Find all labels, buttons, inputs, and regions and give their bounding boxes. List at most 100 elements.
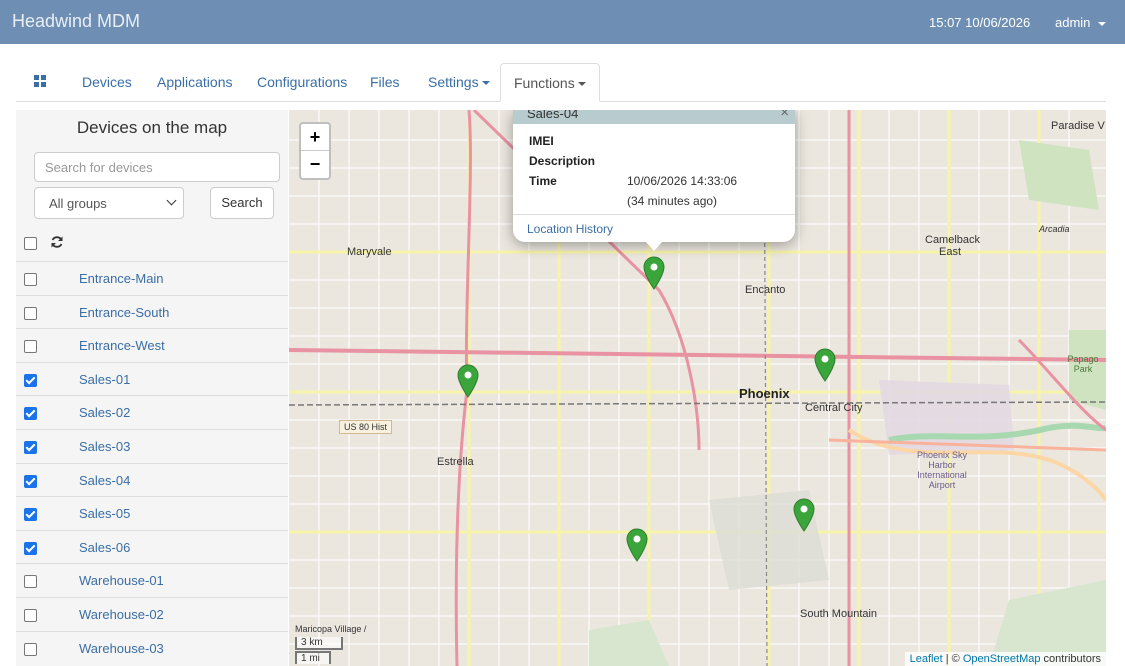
map-scale: 3 km 1 mi xyxy=(295,636,343,664)
device-checkbox[interactable] xyxy=(24,407,37,421)
device-checkbox[interactable] xyxy=(24,575,37,589)
place-label-us80: US 80 Hist xyxy=(339,420,393,434)
map-view[interactable]: Phoenix Maryvale Encanto Central City Es… xyxy=(289,110,1106,666)
device-row[interactable]: Sales-06 xyxy=(16,529,288,564)
device-name-link[interactable]: Sales-05 xyxy=(79,506,130,521)
sidebar-title: Devices on the map xyxy=(76,118,228,137)
popup-time-ago: (34 minutes ago) xyxy=(627,194,718,208)
map-marker[interactable] xyxy=(457,364,479,398)
refresh-icon[interactable] xyxy=(50,235,64,249)
device-name-link[interactable]: Warehouse-01 xyxy=(79,573,164,588)
device-row[interactable]: Warehouse-01 xyxy=(16,563,288,597)
device-row[interactable]: Sales-01 xyxy=(16,361,288,396)
map-marker-icon xyxy=(643,256,665,290)
device-row[interactable]: Sales-03 xyxy=(16,429,288,463)
tab-applications[interactable]: Applications xyxy=(157,63,233,100)
device-checkbox[interactable] xyxy=(24,508,37,522)
dashboard-grid-icon[interactable] xyxy=(34,75,46,87)
device-popup: Sales-04 × IMEI Description Time 10/06/2… xyxy=(513,110,795,251)
device-checkbox[interactable] xyxy=(24,609,37,622)
device-checkbox[interactable] xyxy=(24,306,37,320)
place-label-arcadia: Arcadia xyxy=(1039,224,1070,234)
device-name-link[interactable]: Sales-01 xyxy=(79,372,130,387)
leaflet-link[interactable]: Leaflet xyxy=(910,653,943,665)
search-button[interactable]: Search xyxy=(210,187,274,219)
device-name-link[interactable]: Warehouse-03 xyxy=(79,641,164,656)
user-menu[interactable]: admin xyxy=(1055,15,1107,30)
main-tabs: Devices Applications Configurations File… xyxy=(16,63,1106,102)
place-label-south-mountain: South Mountain xyxy=(800,608,878,620)
select-all-checkbox[interactable] xyxy=(24,237,37,250)
scale-km: 3 km xyxy=(295,637,343,650)
place-label-central-city: Central City xyxy=(805,402,863,414)
tab-files[interactable]: Files xyxy=(370,63,400,100)
map-marker[interactable] xyxy=(793,498,815,532)
tab-settings[interactable]: Settings xyxy=(428,63,490,100)
device-checkbox[interactable] xyxy=(24,340,37,354)
device-row[interactable]: Sales-05 xyxy=(16,496,288,530)
device-checkbox[interactable] xyxy=(24,474,37,488)
top-navbar: Headwind MDM 15:07 10/06/2026 admin xyxy=(0,0,1125,44)
chevron-down-icon xyxy=(1098,21,1107,26)
place-label-paradise: Paradise V xyxy=(1051,120,1105,132)
device-name-link[interactable]: Sales-02 xyxy=(79,405,130,420)
devices-sidebar: Devices on the map All groups Search Ent… xyxy=(16,110,288,666)
device-search-input[interactable] xyxy=(34,152,280,182)
device-name-link[interactable]: Sales-03 xyxy=(79,439,130,454)
openstreetmap-link[interactable]: OpenStreetMap xyxy=(963,653,1041,665)
popup-title: Sales-04 xyxy=(527,110,579,121)
current-datetime: 15:07 10/06/2026 xyxy=(929,15,1031,30)
device-checkbox[interactable] xyxy=(24,541,37,555)
tab-functions-label: Functions xyxy=(514,75,575,91)
device-row[interactable]: Warehouse-02 xyxy=(16,597,288,631)
place-label-maricopa: Maricopa Village / xyxy=(295,624,367,634)
zoom-control: + − xyxy=(299,122,331,180)
device-checkbox[interactable] xyxy=(24,441,37,454)
place-label-sky-harbor: Phoenix Sky Harbor International Airport xyxy=(916,450,968,490)
device-name-link[interactable]: Sales-06 xyxy=(79,540,130,555)
device-name-link[interactable]: Entrance-West xyxy=(79,338,165,353)
chevron-down-icon xyxy=(577,82,586,87)
device-name-link[interactable]: Entrance-South xyxy=(79,305,169,320)
attribution-tail: contributors xyxy=(1040,653,1101,665)
tab-devices[interactable]: Devices xyxy=(82,63,132,100)
chevron-down-icon xyxy=(481,81,490,86)
device-row[interactable]: Sales-04 xyxy=(16,462,288,497)
device-row[interactable]: Entrance-South xyxy=(16,294,288,329)
location-history-link[interactable]: Location History xyxy=(527,222,613,236)
close-icon[interactable]: × xyxy=(780,110,789,121)
device-name-link[interactable]: Entrance-Main xyxy=(79,271,164,286)
zoom-out-button[interactable]: − xyxy=(301,151,329,177)
device-row[interactable]: Entrance-Main xyxy=(16,261,288,295)
tab-functions[interactable]: Functions xyxy=(500,63,600,102)
chevron-down-icon xyxy=(166,195,177,206)
device-name-link[interactable]: Warehouse-02 xyxy=(79,607,164,622)
popup-tip xyxy=(645,241,663,251)
place-label-maryvale: Maryvale xyxy=(347,246,392,258)
map-marker-sales-04[interactable] xyxy=(643,256,665,290)
device-checkbox[interactable] xyxy=(24,642,37,656)
map-marker-icon xyxy=(814,348,836,382)
place-label-estrella: Estrella xyxy=(437,456,474,468)
place-label-papago: Papago Park xyxy=(1067,354,1099,374)
popup-divider xyxy=(513,214,795,215)
device-row[interactable]: Entrance-West xyxy=(16,328,288,362)
zoom-in-button[interactable]: + xyxy=(301,124,329,151)
tab-configurations[interactable]: Configurations xyxy=(257,63,347,100)
map-attribution: Leaflet | © OpenStreetMap contributors xyxy=(904,652,1106,666)
device-row[interactable]: Sales-02 xyxy=(16,395,288,429)
device-name-link[interactable]: Sales-04 xyxy=(79,473,130,488)
device-checkbox[interactable] xyxy=(24,373,37,387)
tab-settings-label: Settings xyxy=(428,74,479,90)
device-checkbox[interactable] xyxy=(24,273,37,286)
map-marker[interactable] xyxy=(626,528,648,562)
map-marker[interactable] xyxy=(814,348,836,382)
device-row[interactable]: Warehouse-03 xyxy=(16,630,288,665)
popup-description-label: Description xyxy=(529,154,596,168)
app-title[interactable]: Headwind MDM xyxy=(12,11,140,32)
group-select[interactable]: All groups xyxy=(34,187,184,219)
user-name[interactable]: admin xyxy=(1055,15,1090,30)
scale-mi: 1 mi xyxy=(295,651,331,664)
group-select-value: All groups xyxy=(49,196,107,211)
popup-time-label: Time xyxy=(529,174,557,188)
